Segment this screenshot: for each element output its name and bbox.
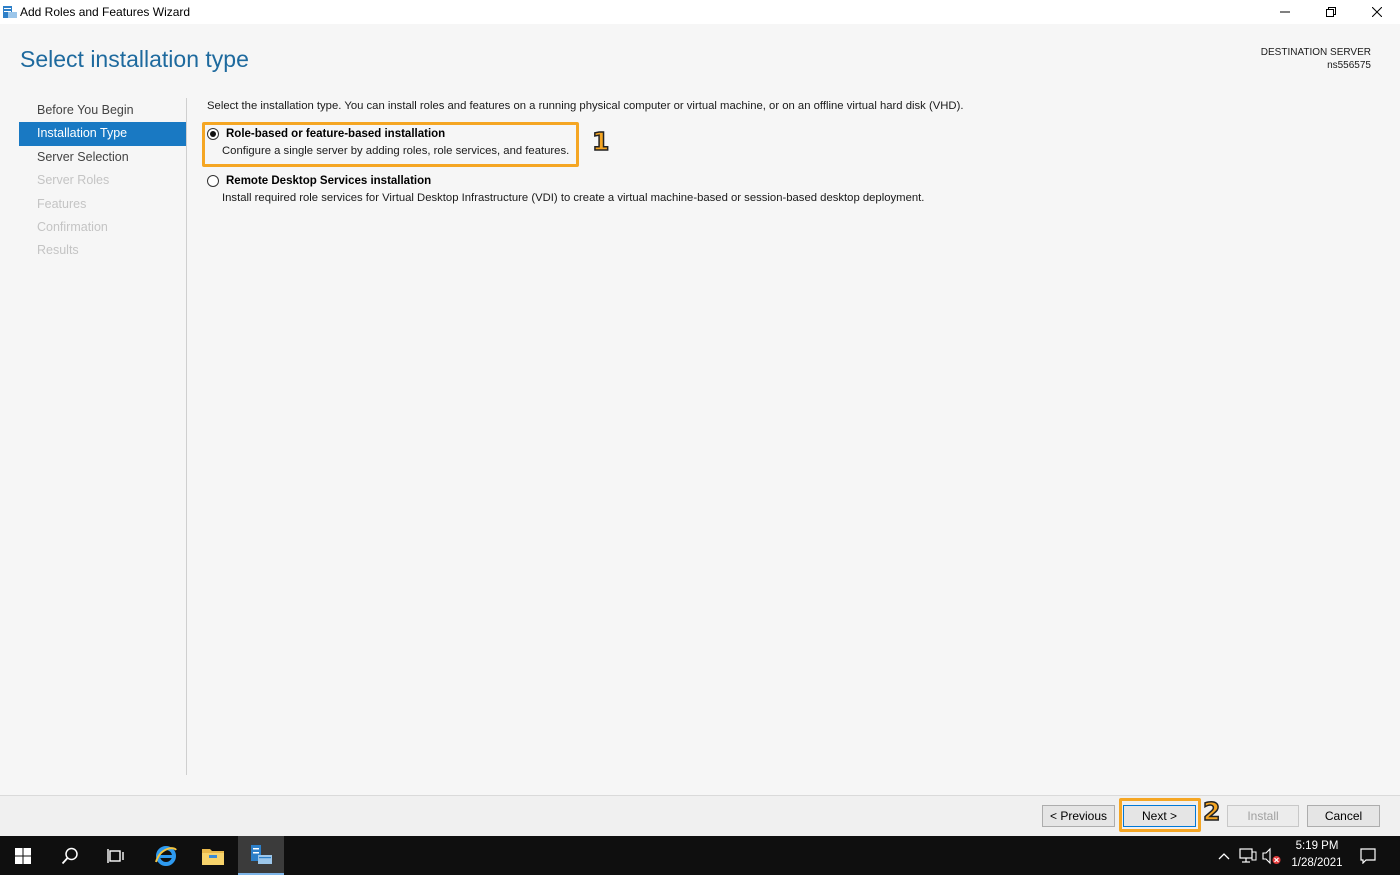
restore-icon bbox=[1326, 7, 1336, 17]
taskbar-clock[interactable]: 5:19 PM 1/28/2021 bbox=[1284, 838, 1350, 872]
window-title: Add Roles and Features Wizard bbox=[20, 5, 191, 19]
close-icon bbox=[1372, 7, 1382, 17]
server-manager-icon bbox=[251, 844, 272, 864]
internet-explorer-icon bbox=[155, 845, 177, 866]
nav-item-features: Features bbox=[37, 196, 87, 211]
destination-label: DESTINATION SERVER bbox=[1260, 47, 1371, 58]
close-button[interactable] bbox=[1354, 0, 1400, 24]
destination-server: DESTINATION SERVER ns556575 bbox=[1261, 46, 1371, 72]
clock-date: 1/28/2021 bbox=[1291, 857, 1343, 869]
option-remote-desktop[interactable]: Remote Desktop Services installation Ins… bbox=[207, 175, 924, 204]
nav-item-before-you-begin[interactable]: Before You Begin bbox=[19, 99, 186, 122]
task-view-button[interactable] bbox=[93, 836, 139, 875]
action-center-button[interactable] bbox=[1350, 836, 1386, 875]
nav-item-server-roles: Server Roles bbox=[37, 173, 110, 188]
internet-explorer-button[interactable] bbox=[143, 836, 189, 875]
nav-item-results: Results bbox=[37, 243, 79, 258]
volume-tray-button[interactable] bbox=[1261, 836, 1283, 875]
nav-item-installation-type[interactable]: Installation Type bbox=[19, 122, 186, 146]
notification-icon bbox=[1360, 847, 1376, 864]
wizard-nav: Before You Begin Installation Type Serve… bbox=[19, 99, 186, 263]
cancel-button[interactable]: Cancel bbox=[1307, 805, 1380, 827]
nav-item-server-selection[interactable]: Server Selection bbox=[19, 146, 186, 169]
clock-time: 5:19 PM bbox=[1295, 840, 1339, 852]
start-button[interactable] bbox=[0, 836, 46, 875]
windows-start-icon bbox=[15, 847, 31, 864]
chevron-up-icon bbox=[1218, 852, 1230, 859]
intro-text: Select the installation type. You can in… bbox=[207, 100, 964, 112]
nav-divider bbox=[186, 98, 187, 775]
radio-remote-desktop[interactable] bbox=[207, 175, 219, 187]
network-tray-button[interactable] bbox=[1236, 836, 1260, 875]
search-button[interactable] bbox=[47, 836, 93, 875]
server-manager-app-icon bbox=[3, 6, 17, 18]
page-title: Select installation type bbox=[20, 46, 249, 72]
install-button: Install bbox=[1227, 805, 1299, 827]
destination-value: ns556575 bbox=[1327, 60, 1371, 71]
search-icon bbox=[61, 847, 78, 864]
annotation-number-1: 1 bbox=[591, 126, 610, 157]
annotation-number-2: 2 bbox=[1202, 796, 1221, 827]
window-titlebar: Add Roles and Features Wizard bbox=[0, 0, 1400, 24]
option-description: Install required role services for Virtu… bbox=[222, 192, 925, 204]
volume-muted-icon bbox=[1262, 847, 1281, 864]
annotation-highlight-2 bbox=[1119, 798, 1201, 832]
minimize-icon bbox=[1280, 11, 1290, 13]
show-hidden-icons-button[interactable] bbox=[1214, 836, 1234, 875]
server-manager-button[interactable] bbox=[238, 836, 284, 875]
network-icon bbox=[1239, 847, 1257, 863]
taskbar bbox=[0, 836, 1400, 875]
nav-item-confirmation: Confirmation bbox=[37, 219, 108, 234]
file-explorer-icon bbox=[202, 848, 224, 865]
previous-button[interactable]: < Previous bbox=[1042, 805, 1115, 827]
restore-button[interactable] bbox=[1308, 0, 1354, 24]
file-explorer-button[interactable] bbox=[190, 836, 236, 875]
task-view-icon bbox=[107, 848, 124, 863]
minimize-button[interactable] bbox=[1262, 0, 1308, 24]
option-title: Remote Desktop Services installation bbox=[226, 175, 432, 187]
annotation-highlight-1 bbox=[202, 122, 579, 167]
